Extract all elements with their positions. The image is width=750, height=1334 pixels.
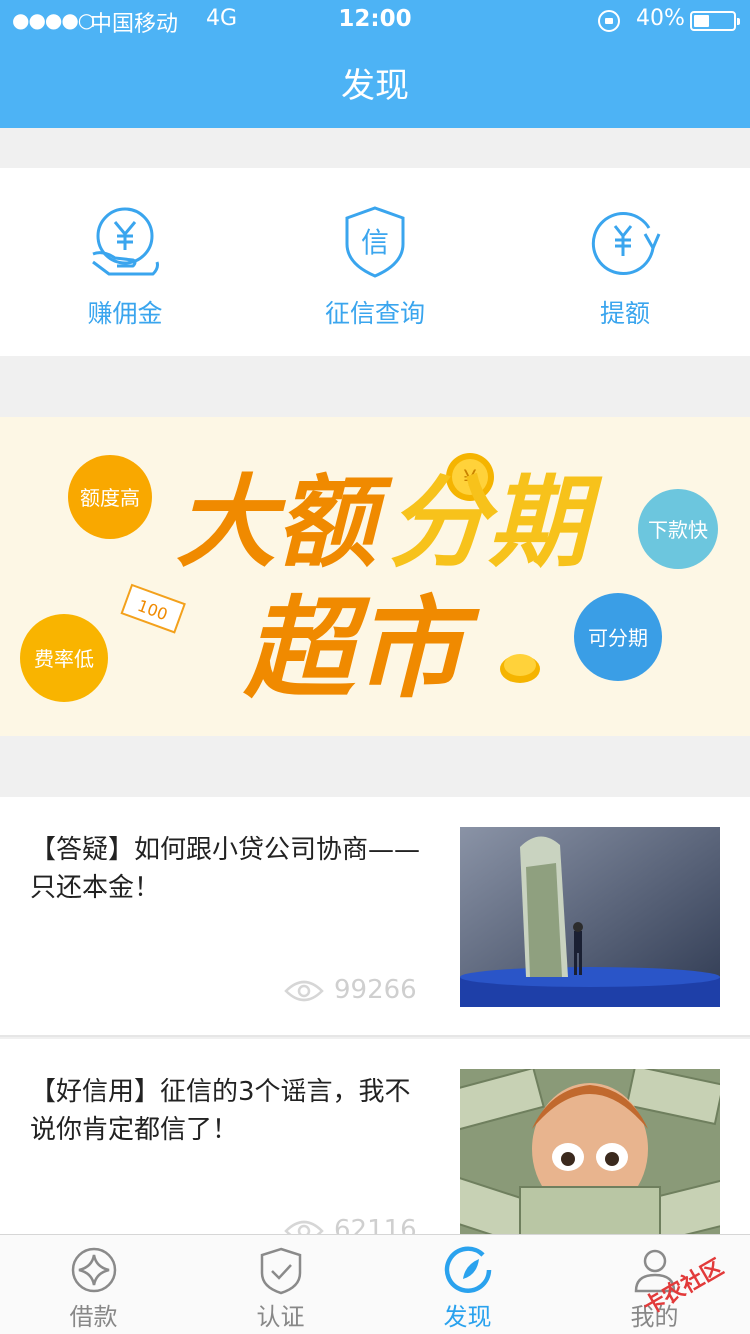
yen-refresh-icon — [591, 212, 661, 275]
article-title: 【好信用】征信的3个谣言，我不说你肯定都信了！ — [30, 1077, 411, 1145]
article-thumbnail — [460, 1069, 720, 1249]
tab-verify[interactable]: 认证 — [187, 1245, 374, 1332]
page-title: 发现 — [341, 66, 409, 106]
quick-action-raise-limit[interactable]: 提额 — [500, 204, 750, 330]
status-bar: ●●●●○ 中国移动 4G 12:00 40% — [0, 0, 750, 40]
view-count: 99266 — [334, 975, 417, 1005]
tab-label: 认证 — [256, 1303, 305, 1331]
rotation-lock-icon — [598, 10, 620, 32]
tab-label: 借款 — [69, 1303, 118, 1331]
battery-icon — [690, 11, 740, 31]
tab-discover[interactable]: 发现 — [374, 1245, 561, 1332]
yen-hand-icon — [92, 207, 159, 276]
bubble-label: 费率低 — [34, 647, 94, 671]
article-item[interactable]: 【答疑】如何跟小贷公司协商——只还本金！ 99266 — [0, 797, 750, 1037]
tab-label: 发现 — [443, 1303, 492, 1331]
bubble-label: 可分期 — [588, 626, 648, 650]
article-item[interactable]: 【好信用】征信的3个谣言，我不说你肯定都信了！ 62116 — [0, 1039, 750, 1249]
banner-art: 100 ¥ 大额 分期 超市 额度高 费率低 下款快 可分期 — [20, 453, 718, 713]
banner-headline-3: 超市 — [243, 585, 480, 713]
tab-loan[interactable]: 借款 — [0, 1245, 187, 1332]
quick-action-label: 提额 — [599, 299, 650, 328]
verify-shield-icon — [260, 1247, 301, 1295]
watermark-logo: 卡农社区 — [639, 1254, 728, 1320]
loan-icon — [71, 1247, 116, 1293]
quick-actions: 赚佣金 信 征信查询 提额 — [0, 168, 750, 356]
top-bar: ●●●●○ 中国移动 4G 12:00 40% 发现 — [0, 0, 750, 128]
quick-action-label: 征信查询 — [324, 299, 425, 328]
bubble-label: 额度高 — [80, 486, 140, 510]
eye-icon — [284, 980, 324, 1001]
article-views: 99266 — [284, 975, 417, 1005]
svg-text:信: 信 — [361, 226, 389, 259]
banner-headline-1: 大额 — [176, 464, 393, 581]
credit-shield-icon: 信 — [345, 206, 405, 278]
article-thumbnail — [460, 827, 720, 1007]
quick-action-label: 赚佣金 — [87, 299, 163, 328]
quick-action-commission[interactable]: 赚佣金 — [0, 204, 250, 330]
quick-action-credit-check[interactable]: 信 征信查询 — [250, 204, 500, 330]
discover-icon — [444, 1246, 491, 1293]
banner-headline-2: 分期 — [388, 464, 603, 581]
battery-percent: 40% — [636, 6, 685, 31]
watermark-text: 卡农社区 — [639, 1254, 728, 1320]
article-title: 【答疑】如何跟小贷公司协商——只还本金！ — [30, 835, 421, 903]
bubble-label: 下款快 — [648, 518, 708, 542]
promo-banner[interactable]: 100 ¥ 大额 分期 超市 额度高 费率低 下款快 可分期 — [0, 417, 750, 736]
